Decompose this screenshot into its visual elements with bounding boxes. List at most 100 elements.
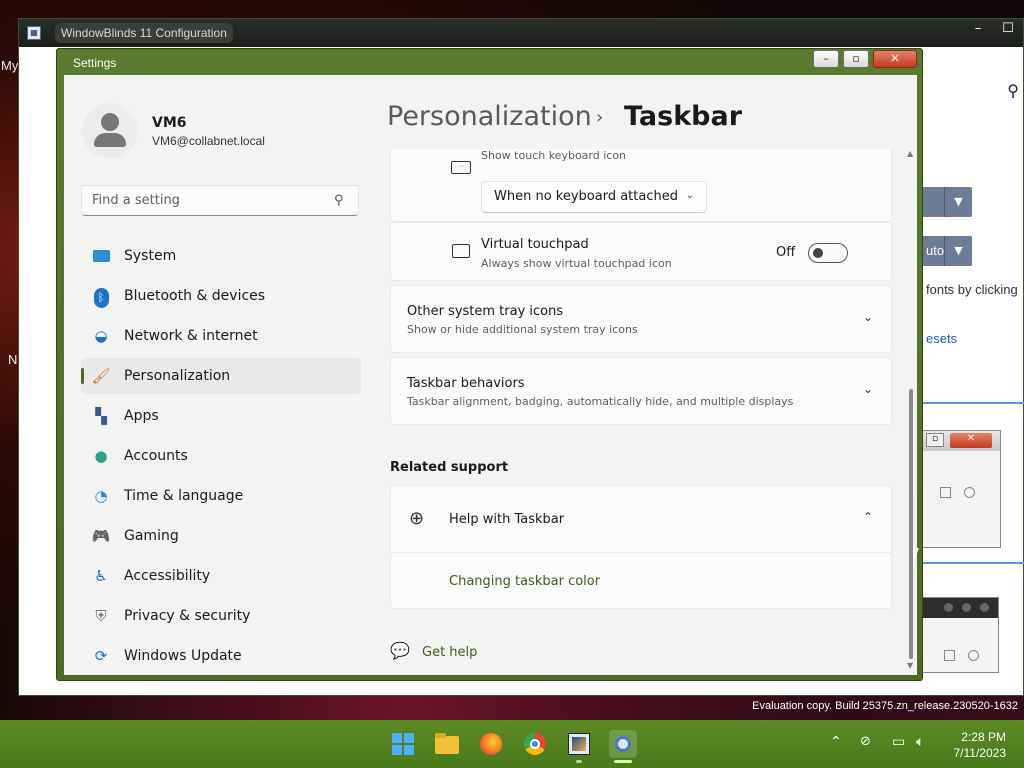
virtual-touchpad-subtitle: Always show virtual touchpad icon bbox=[481, 257, 672, 270]
sidebar-item-label: Bluetooth & devices bbox=[124, 288, 266, 304]
display-icon[interactable]: ▭ bbox=[892, 734, 905, 750]
other-tray-icons-card[interactable]: Other system tray icons Show or hide add… bbox=[390, 285, 892, 353]
bluetooth-icon: ᛒ bbox=[91, 286, 111, 308]
maximize-button[interactable]: ▫ bbox=[843, 50, 869, 68]
sidebar-item-privacy[interactable]: ⛨ Privacy & security bbox=[81, 598, 361, 634]
windowblinds-icon[interactable] bbox=[565, 730, 593, 758]
preview-window-2 bbox=[921, 597, 999, 673]
search-icon[interactable]: ⚲ bbox=[1007, 81, 1019, 100]
clock-time: 2:28 PM bbox=[961, 730, 1006, 744]
sidebar-item-windows-update[interactable]: ⟳ Windows Update bbox=[81, 638, 361, 674]
windows-start-icon[interactable] bbox=[389, 730, 417, 758]
windowblinds-titlebar[interactable]: ▦ WindowBlinds 11 Configuration – ☐ bbox=[19, 19, 1023, 47]
content-scrollbar[interactable]: ▲ ▼ bbox=[905, 149, 917, 674]
window-button-icon bbox=[962, 603, 971, 612]
taskbar-behaviors-title: Taskbar behaviors bbox=[407, 376, 525, 391]
gamepad-icon: 🎮 bbox=[91, 527, 111, 545]
account-icon: ● bbox=[94, 447, 108, 465]
sidebar-item-bluetooth[interactable]: ᛒ Bluetooth & devices bbox=[81, 278, 361, 314]
changing-taskbar-color-link[interactable]: Changing taskbar color bbox=[449, 574, 600, 589]
touch-keyboard-dropdown[interactable]: When no keyboard attached ⌄ bbox=[481, 181, 707, 213]
sidebar-item-apps[interactable]: ▚ Apps bbox=[81, 398, 361, 434]
get-help-link[interactable]: Get help bbox=[422, 645, 477, 660]
firefox-icon[interactable] bbox=[477, 730, 505, 758]
related-support-heading: Related support bbox=[390, 460, 509, 475]
dropdown-arrow-icon: ▼ bbox=[944, 236, 972, 266]
settings-icon[interactable] bbox=[609, 730, 637, 758]
avatar[interactable] bbox=[82, 103, 138, 159]
toggle-state-label: Off bbox=[776, 245, 796, 260]
close-button[interactable]: ✕ bbox=[873, 50, 917, 68]
chevron-up-icon[interactable]: ⌃ bbox=[830, 734, 842, 750]
network-off-icon[interactable]: ⊘ bbox=[860, 734, 871, 749]
brush-icon: 🖌 bbox=[91, 367, 111, 385]
sidebar-item-label: Network & internet bbox=[124, 328, 258, 344]
chevron-up-icon: ⌃ bbox=[862, 510, 873, 524]
maximize-icon: ▫ bbox=[852, 52, 860, 65]
evaluation-watermark: Evaluation copy. Build 25375.zn_release.… bbox=[752, 700, 1018, 712]
maximize-icon[interactable]: ☐ bbox=[999, 21, 1017, 36]
touch-keyboard-card: ⋯ Show touch keyboard icon When no keybo… bbox=[390, 149, 892, 222]
clock-date: 7/11/2023 bbox=[953, 746, 1007, 760]
help-chat-icon: 💬 bbox=[390, 641, 410, 660]
file-explorer-icon[interactable] bbox=[433, 730, 461, 758]
scrollbar-thumb[interactable] bbox=[909, 389, 913, 659]
checkbox-icon bbox=[944, 650, 955, 661]
globe-icon: ⊕ bbox=[409, 508, 425, 529]
chevron-down-icon: ⌄ bbox=[862, 382, 873, 396]
sidebar-item-personalization[interactable]: 🖌 Personalization bbox=[81, 358, 361, 394]
keyboard-icon: ⋯ bbox=[451, 161, 471, 174]
volume-icon[interactable]: 🔈︎ bbox=[916, 734, 924, 750]
touch-keyboard-subtitle: Show touch keyboard icon bbox=[481, 149, 627, 162]
active-indicator bbox=[614, 760, 632, 763]
settings-titlebar[interactable]: Settings – ▫ ✕ bbox=[57, 49, 922, 75]
update-icon: ⟳ bbox=[94, 647, 108, 665]
help-with-taskbar-header[interactable]: ⊕ Help with Taskbar ⌃ bbox=[391, 486, 891, 553]
virtual-touchpad-title: Virtual touchpad bbox=[481, 237, 589, 252]
preview-window-1: ▫ ✕ bbox=[921, 430, 1001, 548]
touchpad-icon bbox=[452, 244, 470, 258]
windowblinds-presets-link[interactable]: esets bbox=[926, 331, 957, 346]
shield-icon: ⛨ bbox=[95, 607, 107, 625]
user-email: VM6@collabnet.local bbox=[152, 134, 265, 148]
settings-window[interactable]: Settings – ▫ ✕ VM6 VM6@collabnet.local ⚲… bbox=[56, 48, 923, 681]
search-icon: ⚲ bbox=[334, 193, 344, 208]
person-icon bbox=[101, 113, 119, 131]
sidebar-item-network[interactable]: ◒ Network & internet bbox=[81, 318, 361, 354]
sidebar-item-label: Privacy & security bbox=[124, 608, 251, 624]
sidebar-item-label: Gaming bbox=[124, 528, 179, 544]
accessibility-icon: ♿ bbox=[94, 567, 108, 585]
windowblinds-fonts-text: fonts by clicking bbox=[926, 282, 1018, 297]
sidebar-item-gaming[interactable]: 🎮 Gaming bbox=[81, 518, 361, 554]
search-input[interactable] bbox=[81, 185, 359, 216]
sidebar-item-label: Personalization bbox=[124, 368, 231, 384]
maximize-icon: ▫ bbox=[926, 433, 944, 447]
sidebar-item-label: Time & language bbox=[124, 488, 244, 504]
sidebar-item-accounts[interactable]: ● Accounts bbox=[81, 438, 361, 474]
apps-icon: ▚ bbox=[95, 407, 107, 425]
sidebar-item-accessibility[interactable]: ♿ Accessibility bbox=[81, 558, 361, 594]
settings-title: Settings bbox=[73, 56, 117, 70]
breadcrumb-parent[interactable]: Personalization bbox=[387, 101, 592, 132]
scroll-up-icon[interactable]: ▲ bbox=[907, 149, 913, 158]
taskbar-behaviors-subtitle: Taskbar alignment, badging, automaticall… bbox=[407, 395, 794, 408]
virtual-touchpad-toggle[interactable] bbox=[808, 243, 848, 263]
taskbar-behaviors-card[interactable]: Taskbar behaviors Taskbar alignment, bad… bbox=[390, 357, 892, 425]
scroll-down-icon[interactable]: ▼ bbox=[907, 661, 913, 670]
minimize-button[interactable]: – bbox=[813, 50, 839, 68]
mouse-cursor-icon bbox=[913, 548, 919, 564]
window-button-icon bbox=[944, 603, 953, 612]
chrome-icon[interactable] bbox=[521, 730, 549, 758]
minimize-icon: – bbox=[823, 52, 829, 65]
clock[interactable]: 2:28 PM 7/11/2023 bbox=[954, 729, 1007, 761]
radio-icon bbox=[964, 487, 975, 498]
desktop-text-1: My bbox=[1, 58, 19, 73]
sidebar-item-label: Accessibility bbox=[124, 568, 211, 584]
sidebar-item-system[interactable]: System bbox=[81, 238, 361, 274]
sidebar-item-label: Windows Update bbox=[124, 648, 242, 664]
minimize-icon[interactable]: – bbox=[969, 21, 987, 36]
chevron-down-icon: ⌄ bbox=[685, 190, 694, 201]
system-icon bbox=[91, 246, 111, 266]
sidebar-item-time-language[interactable]: ◔ Time & language bbox=[81, 478, 361, 514]
sidebar-item-label: Apps bbox=[124, 408, 159, 424]
